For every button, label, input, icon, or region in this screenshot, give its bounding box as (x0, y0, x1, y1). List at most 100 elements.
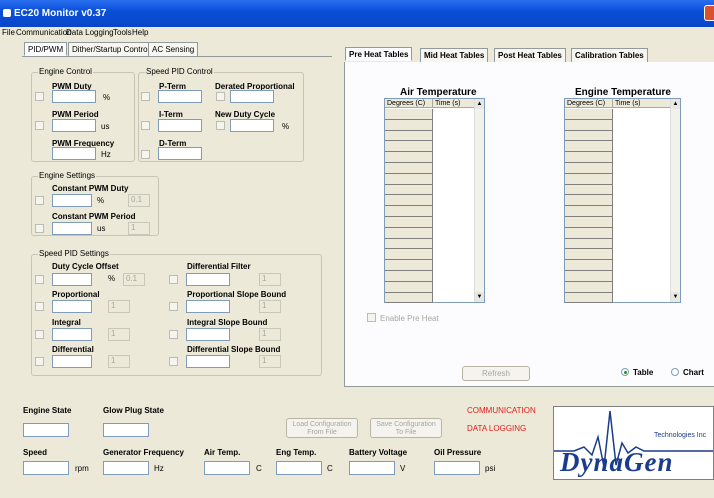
menu-communication[interactable]: Communication (16, 28, 72, 37)
save-configuration-button[interactable]: Save Configuration To File (370, 418, 442, 438)
table-row-header[interactable] (565, 109, 613, 120)
pwm-period-field[interactable] (52, 119, 96, 132)
table-row-header[interactable] (565, 195, 613, 207)
tab-mid-heat-tables[interactable]: Mid Heat Tables (420, 48, 489, 62)
constant-pwm-period-checkbox[interactable] (35, 224, 44, 233)
table-row-header[interactable] (385, 119, 433, 131)
table-row-header[interactable] (565, 119, 613, 131)
table-row-header[interactable] (565, 163, 613, 174)
table-row-header[interactable] (565, 292, 613, 304)
new-duty-cycle-checkbox[interactable] (216, 121, 225, 130)
tab-ac-sensing[interactable]: AC Sensing (148, 42, 199, 56)
table-row-header[interactable] (385, 195, 433, 207)
refresh-button[interactable]: Refresh (462, 366, 530, 381)
engine-scroll-down-icon[interactable]: ▼ (671, 292, 680, 302)
enable-pre-heat-checkbox[interactable] (367, 313, 376, 322)
proportional-step[interactable]: 1 (108, 300, 130, 313)
table-row-header[interactable] (565, 249, 613, 261)
constant-pwm-duty-checkbox[interactable] (35, 196, 44, 205)
air-scroll-up-icon[interactable]: ▲ (475, 99, 484, 109)
table-row-header[interactable] (385, 217, 433, 228)
d-term-field[interactable] (158, 147, 202, 160)
differential-slope-bound-checkbox[interactable] (169, 357, 178, 366)
differential-field[interactable] (52, 355, 92, 368)
integral-field[interactable] (52, 328, 92, 341)
table-row-header[interactable] (565, 260, 613, 271)
table-row-header[interactable] (385, 130, 433, 142)
engine-temperature-grid[interactable]: Degrees (C) Time (s) ▲ ▼ (564, 98, 681, 304)
menu-file[interactable]: File (2, 28, 15, 37)
proportional-slope-bound-field[interactable] (186, 300, 230, 313)
table-row-header[interactable] (385, 260, 433, 271)
i-term-checkbox[interactable] (141, 121, 150, 130)
table-row-header[interactable] (385, 109, 433, 120)
i-term-field[interactable] (158, 119, 202, 132)
differential-slope-bound-field[interactable] (186, 355, 230, 368)
table-row-header[interactable] (565, 238, 613, 250)
table-row-header[interactable] (385, 184, 433, 196)
table-row-header[interactable] (565, 152, 613, 163)
tab-pre-heat-tables[interactable]: Pre Heat Tables (345, 47, 413, 61)
table-row-header[interactable] (565, 173, 613, 185)
pwm-period-checkbox[interactable] (35, 121, 44, 130)
engine-scroll-up-icon[interactable]: ▲ (671, 99, 680, 109)
d-term-checkbox[interactable] (141, 150, 150, 159)
new-duty-cycle-field[interactable] (230, 119, 274, 132)
proportional-checkbox[interactable] (35, 302, 44, 311)
derated-proportional-checkbox[interactable] (216, 92, 225, 101)
table-row-header[interactable] (385, 292, 433, 304)
engine-scrollbar[interactable]: ▲ ▼ (670, 99, 680, 302)
differential-filter-step[interactable]: 1 (259, 273, 281, 286)
differential-checkbox[interactable] (35, 357, 44, 366)
table-row-header[interactable] (385, 163, 433, 174)
duty-cycle-offset-checkbox[interactable] (35, 275, 44, 284)
integral-checkbox[interactable] (35, 330, 44, 339)
table-row-header[interactable] (385, 281, 433, 293)
chart-radio[interactable] (671, 368, 679, 376)
duty-cycle-offset-field[interactable] (52, 273, 92, 286)
tab-pid-pwm[interactable]: PID/PWM (24, 42, 68, 56)
derated-proportional-field[interactable] (230, 90, 274, 103)
table-row-header[interactable] (565, 271, 613, 282)
table-row-header[interactable] (565, 130, 613, 142)
table-row-header[interactable] (385, 271, 433, 282)
tab-post-heat-tables[interactable]: Post Heat Tables (494, 48, 566, 62)
table-row-header[interactable] (385, 249, 433, 261)
close-button[interactable] (704, 5, 714, 21)
load-configuration-button[interactable]: Load Configuration From File (286, 418, 358, 438)
constant-pwm-duty-field[interactable] (52, 194, 92, 207)
p-term-checkbox[interactable] (141, 92, 150, 101)
table-row-header[interactable] (385, 227, 433, 239)
constant-pwm-duty-step[interactable]: 0.1 (128, 194, 150, 207)
menu-help[interactable]: Help (132, 28, 148, 37)
proportional-field[interactable] (52, 300, 92, 313)
table-row-header[interactable] (565, 217, 613, 228)
table-row-header[interactable] (565, 184, 613, 196)
constant-pwm-period-field[interactable] (52, 222, 92, 235)
table-radio[interactable] (621, 368, 629, 376)
integral-slope-bound-checkbox[interactable] (169, 330, 178, 339)
integral-step[interactable]: 1 (108, 328, 130, 341)
pwm-duty-checkbox[interactable] (35, 92, 44, 101)
table-row-header[interactable] (385, 238, 433, 250)
table-row-header[interactable] (565, 281, 613, 293)
pwm-frequency-field[interactable] (52, 147, 96, 160)
table-row-header[interactable] (385, 206, 433, 217)
differential-step[interactable]: 1 (108, 355, 130, 368)
proportional-slope-bound-step[interactable]: 1 (259, 300, 281, 313)
table-row-header[interactable] (565, 227, 613, 239)
tab-dither-startup[interactable]: Dither/Startup Control (68, 42, 154, 56)
differential-slope-bound-step[interactable]: 1 (259, 355, 281, 368)
menu-data-logging[interactable]: Data Logging (66, 28, 114, 37)
table-row-header[interactable] (565, 206, 613, 217)
tab-calibration-tables[interactable]: Calibration Tables (571, 48, 648, 62)
table-row-header[interactable] (385, 173, 433, 185)
air-scroll-down-icon[interactable]: ▼ (475, 292, 484, 302)
table-row-header[interactable] (385, 141, 433, 153)
proportional-slope-bound-checkbox[interactable] (169, 302, 178, 311)
constant-pwm-period-step[interactable]: 1 (128, 222, 150, 235)
duty-cycle-offset-step[interactable]: 0.1 (123, 273, 145, 286)
differential-filter-checkbox[interactable] (169, 275, 178, 284)
differential-filter-field[interactable] (186, 273, 230, 286)
air-temperature-grid[interactable]: Degrees (C) Time (s) ▲ ▼ (384, 98, 485, 304)
